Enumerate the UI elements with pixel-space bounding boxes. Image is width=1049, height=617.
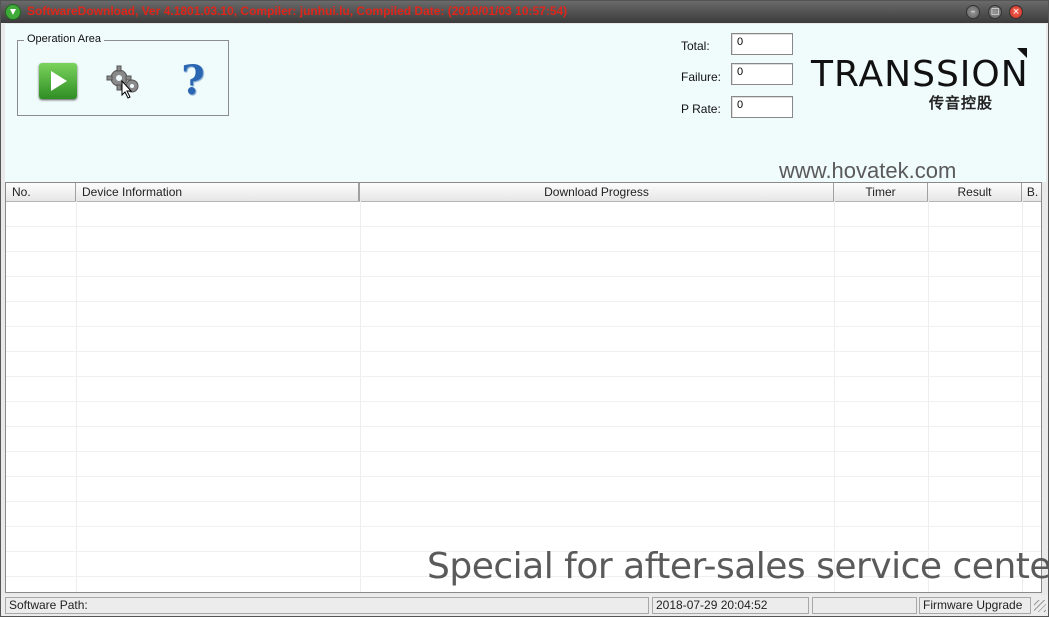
start-download-button[interactable] <box>39 63 77 99</box>
table-header: No. Device Information Download Progress… <box>6 183 1041 202</box>
table-row[interactable] <box>6 302 1041 327</box>
table-row[interactable] <box>6 427 1041 452</box>
failure-label: Failure: <box>681 70 722 84</box>
logo-text: TRANSSION <box>811 54 1029 95</box>
column-header-timer[interactable]: Timer <box>834 183 928 201</box>
gear-icon <box>106 65 139 99</box>
logo-cn-text: 传音控股 <box>929 94 994 112</box>
column-header-no[interactable]: No. <box>6 183 76 201</box>
window-title: SoftwareDownload, Ver 4.1801.03.10, Comp… <box>27 4 568 18</box>
app-window: SoftwareDownload, Ver 4.1801.03.10, Comp… <box>0 0 1049 617</box>
operation-area-group: Operation Area ? <box>17 33 229 116</box>
device-table: No. Device Information Download Progress… <box>5 182 1042 593</box>
download-icon <box>5 4 21 20</box>
failure-field: 0 <box>731 63 793 85</box>
watermark-special-text: Special for after-sales service centers <box>427 546 1049 587</box>
column-header-download-progress[interactable]: Download Progress <box>360 183 834 201</box>
status-blank-field <box>812 597 917 614</box>
transsion-logo: TRANSSION 传音控股 <box>811 48 1028 116</box>
resize-grip-icon[interactable] <box>1034 600 1046 612</box>
datetime-field: 2018-07-29 20:04:52 <box>652 597 809 614</box>
table-row[interactable] <box>6 502 1041 527</box>
table-row[interactable] <box>6 227 1041 252</box>
close-button[interactable]: × <box>1009 5 1023 19</box>
table-row[interactable] <box>6 477 1041 502</box>
column-header-device-information[interactable]: Device Information <box>76 183 360 201</box>
table-row[interactable] <box>6 402 1041 427</box>
table-row[interactable] <box>6 252 1041 277</box>
status-bar: Software Path: 2018-07-29 20:04:52 Firmw… <box>1 595 1048 616</box>
table-row[interactable] <box>6 452 1041 477</box>
minimize-button[interactable]: – <box>966 5 980 19</box>
settings-button[interactable] <box>104 61 144 101</box>
table-row[interactable] <box>6 202 1041 227</box>
mode-field: Firmware Upgrade <box>919 597 1031 614</box>
total-field: 0 <box>731 33 793 55</box>
software-path-field: Software Path: <box>5 597 649 614</box>
prate-label: P Rate: <box>681 102 721 116</box>
table-row[interactable] <box>6 327 1041 352</box>
column-header-b[interactable]: B. <box>1022 183 1041 201</box>
help-button[interactable]: ? <box>178 61 208 101</box>
prate-field: 0 <box>731 96 793 118</box>
total-label: Total: <box>681 39 710 53</box>
top-panel: Operation Area ? Total: 0 Failure: 0 P R… <box>5 24 1046 183</box>
table-row[interactable] <box>6 377 1041 402</box>
title-bar[interactable]: SoftwareDownload, Ver 4.1801.03.10, Comp… <box>1 1 1048 23</box>
help-icon: ? <box>181 57 205 104</box>
logo-corner-mark <box>1017 48 1027 58</box>
table-row[interactable] <box>6 277 1041 302</box>
table-row[interactable] <box>6 352 1041 377</box>
watermark-url: www.hovatek.com <box>779 158 957 183</box>
column-header-result[interactable]: Result <box>928 183 1022 201</box>
maximize-button[interactable]: □ <box>988 5 1002 19</box>
operation-area-label: Operation Area <box>24 33 104 45</box>
